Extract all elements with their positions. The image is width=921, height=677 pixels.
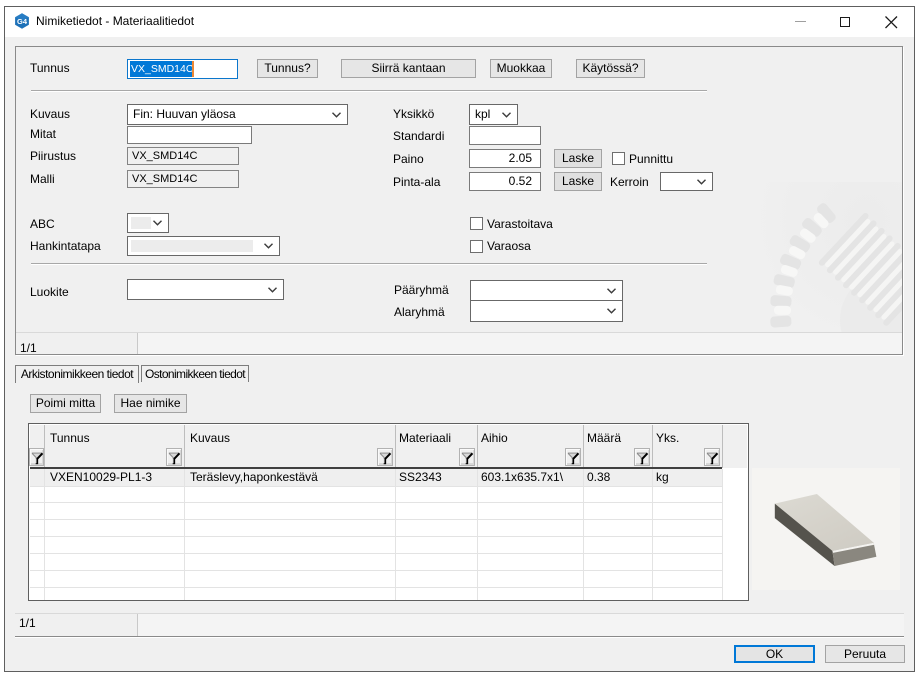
svg-text:G4: G4 <box>17 17 28 26</box>
